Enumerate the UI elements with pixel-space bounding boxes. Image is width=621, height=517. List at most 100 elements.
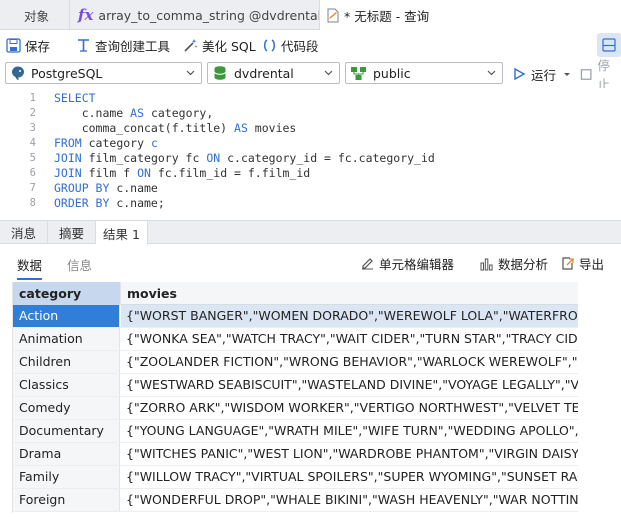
table-row[interactable]: Foreign {"WONDERFUL DROP","WHALE BIKINI",… [13,489,578,512]
database-select[interactable]: dvdrental [207,62,340,84]
table-row[interactable]: Animation {"WONKA SEA","WATCH TRACY","WAI… [13,328,578,351]
table-row[interactable]: Documentary {"YOUNG LANGUAGE","WRATH MILE… [13,420,578,443]
beautify-sql-button[interactable]: 美化 SQL [183,35,256,55]
query-builder-button[interactable]: 查询创建工具 [76,35,170,55]
code-snippet-button[interactable]: 代码段 [262,35,319,55]
table-row[interactable]: Drama {"WITCHES PANIC","WEST LION","WARDR… [13,443,578,466]
sql-keyword: AS [234,121,248,135]
code-text: comma_concat(f.title) AS movies [54,121,297,136]
column-header-movies[interactable]: movies [120,282,578,305]
tab-messages[interactable]: 消息 [0,221,48,244]
code-text: ORDER BY c.name; [54,196,165,211]
sql-editor[interactable]: 1 SELECT 2 c.name AS category, 3 comma_conc… [0,88,621,216]
category-cell[interactable]: Children [13,351,120,373]
table-row[interactable]: Comedy {"ZORRO ARK","WISDOM WORKER","VERT… [13,397,578,420]
save-button[interactable]: 保存 [6,35,50,55]
line-number: 3 [29,122,36,134]
sql-keyword: JOIN [54,151,82,165]
category-cell[interactable]: Comedy [13,397,120,419]
table-row[interactable]: Classics {"WESTWARD SEABISCUIT","WASTELAN… [13,374,578,397]
export-icon [562,256,574,270]
sql-text: film_category fc [81,151,207,165]
connection-value: PostgreSQL [31,65,103,81]
toggle-panel-button[interactable] [597,33,621,57]
movies-cell[interactable]: {"WESTWARD SEABISCUIT","WASTELAND DIVINE… [121,374,578,396]
data-analysis-label: 数据分析 [498,256,549,272]
sql-keyword: GROUP BY [54,181,110,195]
edit-icon [362,257,373,269]
code-line: 8 ORDER BY c.name; [0,196,621,211]
code-text: FROM category c [54,136,158,151]
movies-cell[interactable]: {"ZOOLANDER FICTION","WRONG BEHAVIOR","W… [121,351,578,373]
stop-button[interactable]: 停止 [580,58,621,92]
code-line: 1 SELECT [0,91,621,106]
chevron-down-icon [487,70,496,76]
connection-select[interactable]: PostgreSQL [5,62,202,84]
tab-summary[interactable]: 摘要 [48,221,96,244]
tab-data[interactable]: 数据 [17,255,43,280]
category-cell[interactable]: Foreign [13,489,120,511]
sql-keyword: SELECT [54,91,96,105]
chevron-down-icon [186,70,195,76]
table-row[interactable]: Family {"WILLOW TRACY","VIRTUAL SPOILERS"… [13,466,578,489]
movies-cell[interactable]: {"WILLOW TRACY","VIRTUAL SPOILERS","SUPE… [121,466,578,488]
category-cell[interactable]: Action [13,305,120,327]
play-icon [514,67,526,81]
sql-keyword: ON [137,166,151,180]
save-icon [6,37,21,53]
column-header-category[interactable]: category [13,282,120,305]
category-cell[interactable]: Drama [13,443,120,465]
sql-text: comma_concat(f.title) [54,121,235,135]
tab-objects[interactable]: 对象 [0,0,70,30]
tab-objects-label: 对象 [24,8,50,24]
query-toolbar: 保存 查询创建工具 美化 SQL 代码段 [0,31,621,59]
sql-keyword: c [150,136,158,150]
cell-editor-label: 单元格编辑器 [379,256,455,272]
result-toolbar: 数据 信息 单元格编辑器 数据分析 导出 [0,248,621,280]
query-builder-label: 查询创建工具 [95,38,171,54]
chevron-down-icon [324,70,333,76]
movies-cell[interactable]: {"YOUNG LANGUAGE","WRATH MILE","WIFE TUR… [121,420,578,442]
code-line: 6 JOIN film f ON fc.film_id = f.film_id [0,166,621,181]
line-number: 8 [29,197,36,209]
run-button[interactable]: 运行 [512,65,572,83]
data-analysis-button[interactable]: 数据分析 [479,254,548,272]
stop-icon [580,68,592,80]
category-cell[interactable]: Animation [13,328,120,350]
export-label: 导出 [579,256,605,272]
table-row[interactable]: Action {"WORST BANGER","WOMEN DORADO","WE… [13,305,578,328]
movies-cell[interactable]: {"WORST BANGER","WOMEN DORADO","WEREWOLF… [121,305,578,327]
code-line: 2 c.name AS category, [0,106,621,121]
movies-cell[interactable]: {"WONKA SEA","WATCH TRACY","WAIT CIDER",… [121,328,578,350]
magic-wand-icon [184,38,198,52]
tab-query[interactable]: * 无标题 - 查询 [320,0,621,31]
code-text: SELECT [54,91,96,106]
sql-keyword: JOIN [54,166,82,180]
category-cell[interactable]: Family [13,466,120,488]
postgresql-icon [12,66,24,80]
movies-cell[interactable]: {"WONDERFUL DROP","WHALE BIKINI","WASH H… [121,489,578,511]
movies-cell[interactable]: {"ZORRO ARK","WISDOM WORKER","VERTIGO NO… [121,397,578,419]
tab-info[interactable]: 信息 [67,255,92,274]
line-number: 6 [29,167,36,179]
cell-editor-button[interactable]: 单元格编辑器 [360,254,454,272]
function-icon: fx [78,6,94,24]
code-line: 7 GROUP BY c.name [0,181,621,196]
code-snippet-icon [264,38,275,52]
tab-function-label: array_to_comma_string @dvdrental.pub... [98,7,319,23]
table-row[interactable]: Children {"ZOOLANDER FICTION","WRONG BEHA… [13,351,578,374]
schema-select[interactable]: public [345,62,503,84]
tab-result-1[interactable]: 结果 1 [96,221,148,245]
code-text: JOIN film f ON fc.film_id = f.film_id [54,166,310,181]
tab-function[interactable]: fx array_to_comma_string @dvdrental.pub.… [70,0,320,30]
category-cell[interactable]: Documentary [13,420,120,442]
code-snippet-label: 代码段 [281,38,319,54]
movies-cell[interactable]: {"WITCHES PANIC","WEST LION","WARDROBE P… [121,443,578,465]
export-button[interactable]: 导出 [560,254,604,272]
line-number: 7 [29,182,36,194]
schema-icon [351,66,366,80]
sql-keyword: ON [206,151,221,165]
query-builder-icon [78,38,89,52]
run-label: 运行 [531,67,557,83]
category-cell[interactable]: Classics [13,374,120,396]
